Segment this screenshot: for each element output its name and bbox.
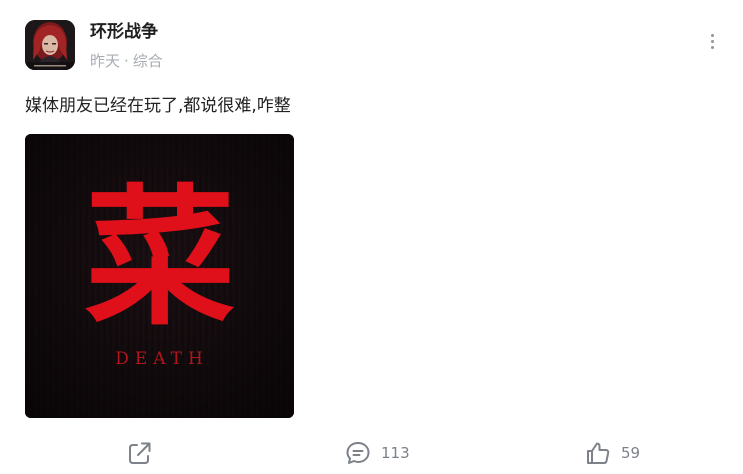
- like-count: 59: [621, 444, 641, 462]
- comment-count: 113: [381, 444, 410, 462]
- thumbs-up-icon: [587, 442, 610, 464]
- action-bar: 113 59: [0, 430, 743, 474]
- more-dot: [711, 34, 714, 37]
- more-dot: [711, 46, 714, 49]
- avatar-image: [25, 20, 75, 70]
- author-name[interactable]: 环形战争: [90, 21, 158, 43]
- author-avatar[interactable]: [25, 20, 75, 70]
- post-category[interactable]: 综合: [133, 52, 163, 70]
- share-button[interactable]: [127, 439, 153, 467]
- comment-icon: [346, 442, 370, 464]
- post-time: 昨天: [90, 52, 121, 70]
- more-dot: [711, 40, 714, 43]
- image-character: 菜: [85, 172, 235, 346]
- meta-separator: ·: [124, 52, 129, 70]
- post-image[interactable]: 菜 DEATH: [25, 134, 294, 418]
- post-card: 环形战争 昨天 · 综合 媒体朋友已经在玩了,都说很难,咋整 菜 DEATH 1…: [0, 0, 743, 474]
- like-button[interactable]: 59: [585, 439, 640, 467]
- image-caption: DEATH: [115, 349, 209, 369]
- post-text: 媒体朋友已经在玩了,都说很难,咋整: [25, 96, 291, 116]
- comment-button[interactable]: 113: [345, 439, 410, 467]
- more-options-icon[interactable]: [703, 30, 723, 52]
- post-image-art: 菜 DEATH: [25, 134, 294, 418]
- post-meta: 昨天 · 综合: [90, 51, 163, 71]
- share-icon: [129, 442, 151, 464]
